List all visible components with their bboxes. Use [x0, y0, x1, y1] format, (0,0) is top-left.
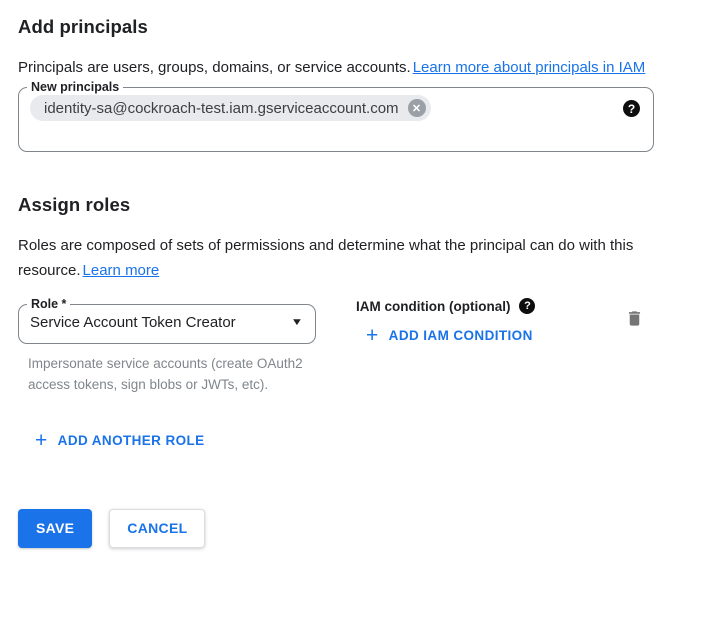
new-principals-label: New principals	[27, 80, 123, 94]
assign-roles-title: Assign roles	[18, 194, 693, 216]
role-select-value-row[interactable]: Service Account Token Creator ▼	[19, 311, 315, 343]
dropdown-arrow-icon: ▼	[291, 317, 304, 328]
learn-more-principals-link[interactable]: Learn more about principals in IAM	[413, 59, 646, 76]
plus-icon: +	[35, 434, 48, 448]
principal-chip-label: identity-sa@cockroach-test.iam.gservicea…	[44, 100, 399, 117]
new-principals-field[interactable]: New principals identity-sa@cockroach-tes…	[18, 80, 654, 152]
delete-role-button[interactable]	[625, 308, 644, 329]
add-another-role-label: ADD ANOTHER ROLE	[58, 433, 205, 448]
save-button[interactable]: SAVE	[18, 509, 92, 548]
iam-condition-label: IAM condition (optional)	[356, 299, 510, 314]
iam-condition-help-icon[interactable]: ?	[519, 298, 535, 314]
trash-icon	[625, 308, 644, 329]
iam-condition-header: IAM condition (optional) ?	[356, 298, 535, 314]
delete-role-column	[625, 308, 654, 334]
role-row: Role * Service Account Token Creator ▼ I…	[18, 297, 654, 452]
dialog-actions: SAVE CANCEL	[18, 509, 693, 548]
role-select-label: Role *	[27, 297, 70, 311]
principals-description: Principals are users, groups, domains, o…	[18, 55, 666, 80]
role-select-value: Service Account Token Creator	[30, 314, 236, 331]
add-another-role-button[interactable]: + ADD ANOTHER ROLE	[35, 433, 205, 448]
roles-description: Roles are composed of sets of permission…	[18, 233, 666, 283]
add-principals-panel: Add principals Principals are users, gro…	[0, 0, 713, 548]
role-help-text: Impersonate service accounts (create OAu…	[28, 353, 310, 395]
new-principals-input-area[interactable]: identity-sa@cockroach-test.iam.gservicea…	[19, 94, 653, 151]
add-principals-title: Add principals	[18, 16, 693, 38]
iam-condition-column: IAM condition (optional) ? + ADD IAM CON…	[356, 297, 535, 347]
new-principals-help-icon[interactable]: ?	[623, 100, 640, 117]
principals-description-text: Principals are users, groups, domains, o…	[18, 59, 411, 76]
role-select[interactable]: Role * Service Account Token Creator ▼	[18, 297, 316, 344]
chip-remove-icon[interactable]: ✕	[408, 99, 426, 117]
cancel-button[interactable]: CANCEL	[109, 509, 205, 548]
add-iam-condition-label: ADD IAM CONDITION	[389, 328, 533, 343]
principal-chip: identity-sa@cockroach-test.iam.gservicea…	[30, 95, 431, 121]
learn-more-roles-link[interactable]: Learn more	[83, 262, 160, 279]
plus-icon: +	[366, 329, 379, 343]
add-iam-condition-button[interactable]: + ADD IAM CONDITION	[366, 328, 533, 343]
role-column: Role * Service Account Token Creator ▼ I…	[18, 297, 336, 452]
